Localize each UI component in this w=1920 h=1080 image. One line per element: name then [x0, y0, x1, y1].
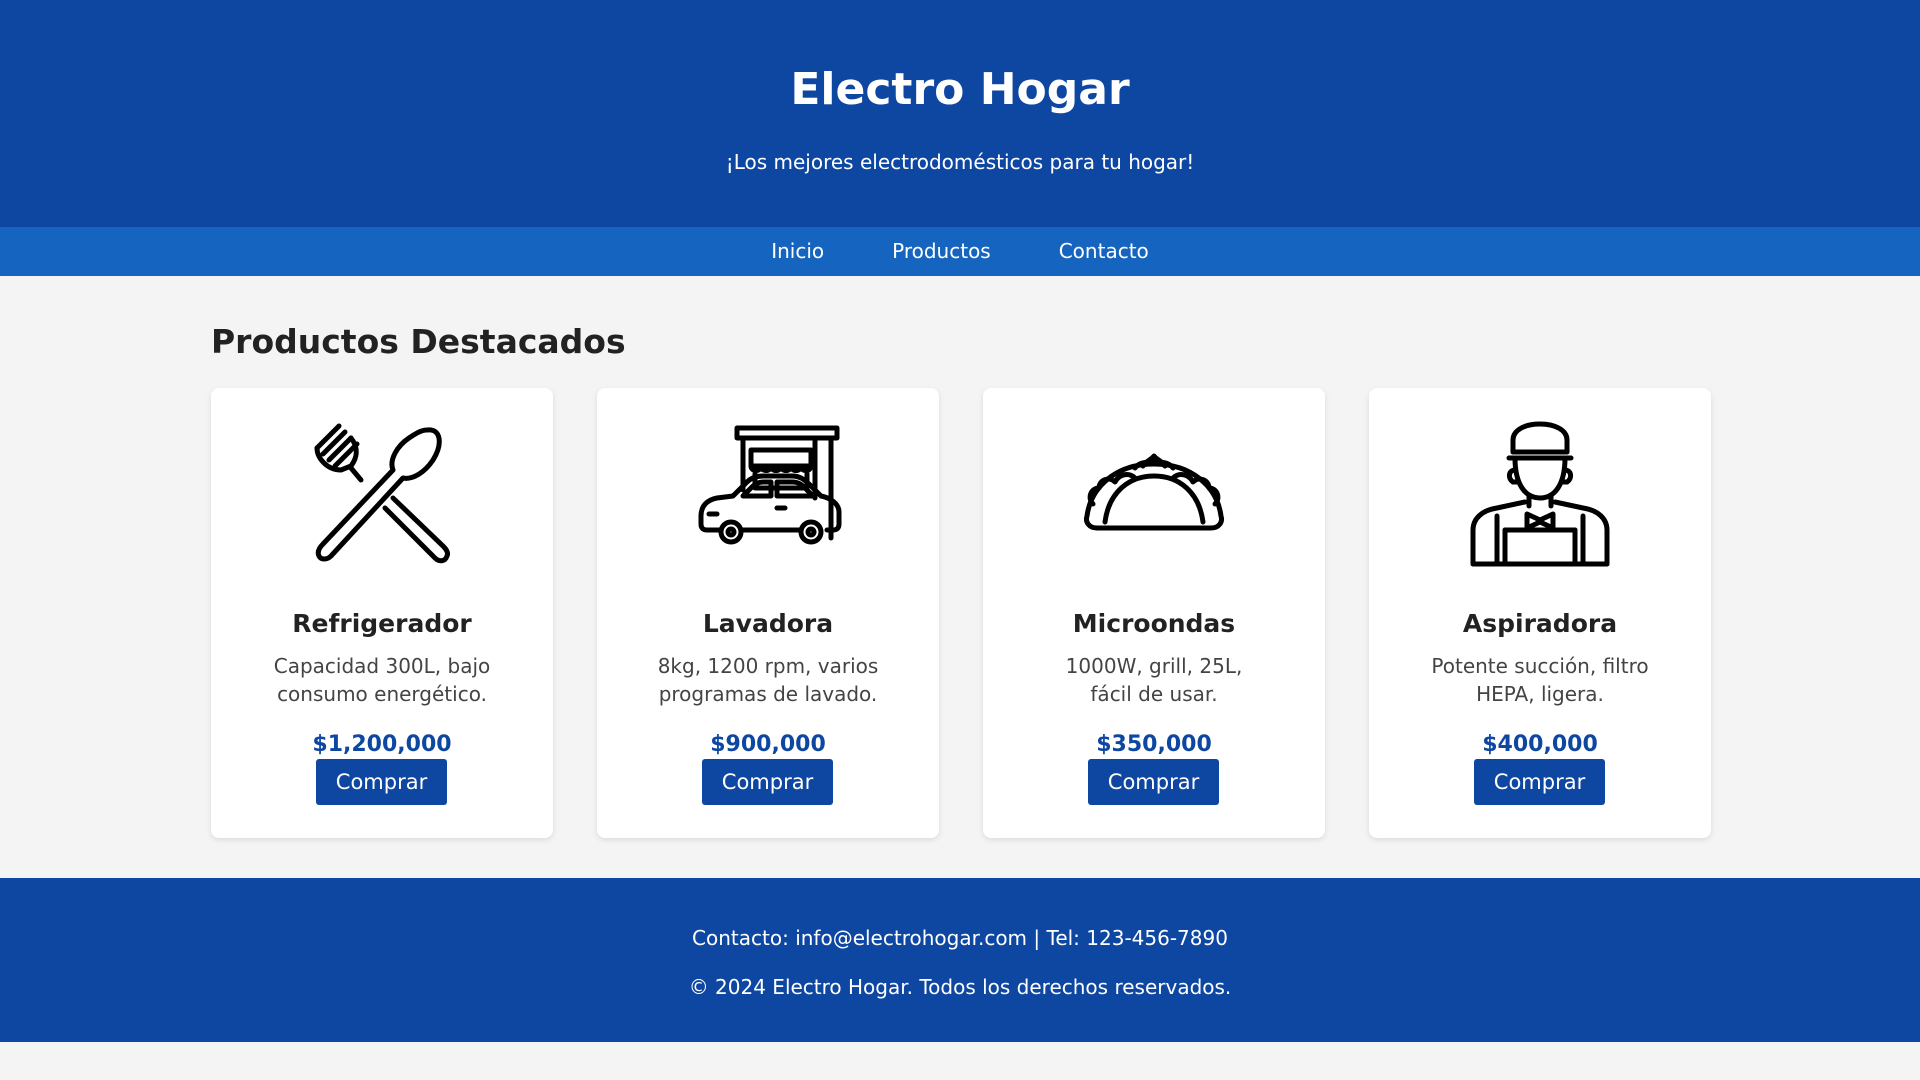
product-description: 1000W, grill, 25L, fácil de usar.	[1065, 654, 1243, 706]
product-card-lavadora: Lavadora 8kg, 1200 rpm, varios programas…	[597, 388, 939, 838]
buy-button-lavadora[interactable]: Comprar	[702, 759, 833, 805]
footer-contact-prefix: Contacto:	[692, 926, 796, 950]
product-description: 8kg, 1200 rpm, varios programas de lavad…	[657, 654, 879, 706]
footer-contact: Contacto: info@electrohogar.com | Tel: 1…	[0, 924, 1920, 952]
product-description: Capacidad 300L, bajo consumo energético.	[273, 654, 491, 706]
main-nav: Inicio Productos Contacto	[0, 227, 1920, 276]
product-name: Microondas	[1072, 609, 1236, 638]
site-tagline: ¡Los mejores electrodomésticos para tu h…	[725, 150, 1195, 174]
product-price: $1,200,000	[312, 732, 452, 757]
drive-thru-car-icon	[693, 418, 843, 568]
nav-link-productos[interactable]: Productos	[892, 227, 991, 276]
product-name: Lavadora	[702, 609, 834, 638]
product-card-microondas: Microondas 1000W, grill, 25L, fácil de u…	[983, 388, 1325, 838]
product-name: Refrigerador	[292, 609, 472, 638]
taco-icon	[1079, 418, 1229, 568]
buy-button-aspiradora[interactable]: Comprar	[1474, 759, 1605, 805]
footer-phone: | Tel: 123-456-7890	[1027, 926, 1228, 950]
section-title: Productos Destacados	[211, 322, 626, 361]
nav-link-contacto[interactable]: Contacto	[1059, 227, 1149, 276]
site-header: Electro Hogar ¡Los mejores electrodomést…	[0, 0, 1920, 227]
buy-button-refrigerador[interactable]: Comprar	[316, 759, 447, 805]
product-price: $350,000	[1096, 732, 1212, 757]
product-price: $400,000	[1482, 732, 1598, 757]
product-grid: Refrigerador Capacidad 300L, bajo consum…	[211, 388, 1711, 838]
fork-spoon-icon	[307, 418, 457, 568]
site-footer: Contacto: info@electrohogar.com | Tel: 1…	[0, 878, 1920, 1042]
product-name: Aspiradora	[1462, 609, 1618, 638]
product-card-aspiradora: Aspiradora Potente succión, filtro HEPA,…	[1369, 388, 1711, 838]
site-title: Electro Hogar	[790, 64, 1130, 115]
product-card-refrigerador: Refrigerador Capacidad 300L, bajo consum…	[211, 388, 553, 838]
nav-link-inicio[interactable]: Inicio	[771, 227, 824, 276]
chef-person-icon	[1465, 418, 1615, 568]
product-price: $900,000	[710, 732, 826, 757]
product-description: Potente succión, filtro HEPA, ligera.	[1431, 654, 1649, 706]
buy-button-microondas[interactable]: Comprar	[1088, 759, 1219, 805]
footer-email-link[interactable]: info@electrohogar.com	[795, 926, 1027, 950]
footer-copyright: © 2024 Electro Hogar. Todos los derechos…	[688, 975, 1232, 999]
